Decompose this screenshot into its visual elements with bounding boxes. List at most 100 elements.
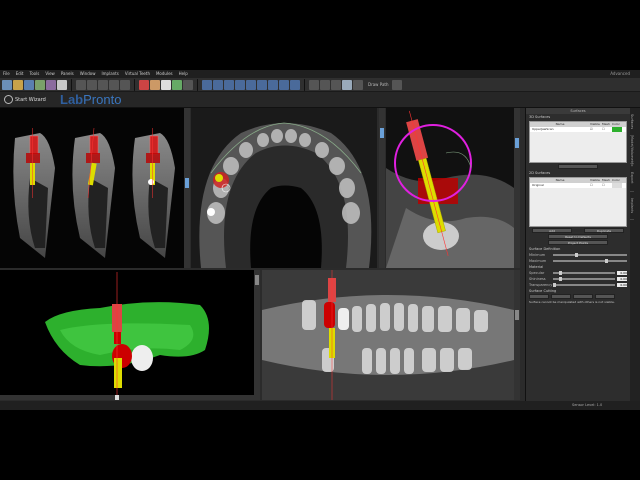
pan-icon[interactable] bbox=[235, 79, 245, 90]
cloud-icon[interactable] bbox=[342, 79, 352, 90]
table-row[interactable]: Original ☐ ☐ bbox=[530, 183, 626, 188]
slider-thumb[interactable] bbox=[559, 276, 563, 282]
tangential-view[interactable] bbox=[386, 108, 514, 268]
scroll-thumb[interactable] bbox=[515, 310, 519, 320]
new-icon[interactable] bbox=[2, 79, 12, 90]
surface-action-button[interactable] bbox=[558, 164, 598, 169]
tab-implants[interactable]: Implants bbox=[630, 192, 634, 220]
slider-track[interactable] bbox=[553, 270, 615, 276]
color-swatch[interactable] bbox=[612, 127, 622, 132]
draw-path-label[interactable]: Draw Path bbox=[368, 82, 389, 87]
menu-file[interactable]: File bbox=[3, 70, 10, 78]
tab-model[interactable]: Model/Volumetric bbox=[630, 136, 634, 166]
refresh-icon[interactable] bbox=[320, 79, 330, 90]
cross-section-views[interactable] bbox=[0, 108, 184, 268]
3d-view-hscroll[interactable] bbox=[0, 395, 254, 400]
mode-label[interactable]: Advanced bbox=[610, 70, 630, 78]
menu-help[interactable]: Help bbox=[179, 70, 188, 78]
slider-track[interactable] bbox=[553, 252, 627, 258]
add-button[interactable]: Add bbox=[532, 228, 572, 233]
nerve-icon[interactable] bbox=[172, 79, 182, 90]
specular-value[interactable]: 0.00 bbox=[617, 271, 627, 275]
slider-thumb[interactable] bbox=[575, 252, 579, 258]
menu-virtual-teeth[interactable]: Virtual Teeth bbox=[125, 70, 150, 78]
arch-icon[interactable] bbox=[290, 79, 300, 90]
3d-view[interactable] bbox=[0, 270, 254, 395]
visible-checkbox[interactable]: ☑ bbox=[590, 127, 602, 132]
scroll-thumb[interactable] bbox=[255, 275, 259, 285]
crown-icon[interactable] bbox=[161, 79, 171, 90]
table-row[interactable]: UpperJawScan ☑ ☐ bbox=[530, 127, 626, 132]
measure-icon[interactable] bbox=[183, 79, 193, 90]
reset-defaults-button[interactable]: Reset to Defaults bbox=[548, 234, 608, 239]
slider-track[interactable] bbox=[553, 282, 615, 288]
import-icon[interactable] bbox=[46, 79, 56, 90]
slider-track[interactable] bbox=[553, 276, 615, 282]
implant-icon[interactable] bbox=[150, 79, 160, 90]
mesh-checkbox[interactable]: ☐ bbox=[602, 183, 612, 188]
project-points-button[interactable]: Project Points bbox=[548, 240, 608, 245]
pen-icon[interactable] bbox=[391, 79, 402, 90]
cut-button[interactable] bbox=[573, 294, 593, 299]
cut-button[interactable] bbox=[551, 294, 571, 299]
cut-button[interactable] bbox=[595, 294, 615, 299]
menu-window[interactable]: Window bbox=[80, 70, 96, 78]
3d-view-scrollbar[interactable] bbox=[254, 270, 260, 400]
surface-name: Original bbox=[532, 183, 544, 187]
slider-thumb[interactable] bbox=[559, 270, 563, 276]
scroll-thumb[interactable] bbox=[515, 138, 519, 148]
ruler-icon[interactable] bbox=[257, 79, 267, 90]
slider-thumb[interactable] bbox=[604, 258, 608, 264]
menu-edit[interactable]: Edit bbox=[16, 70, 24, 78]
print-icon[interactable] bbox=[120, 79, 130, 90]
layout-icon[interactable] bbox=[202, 79, 212, 90]
menu-implants[interactable]: Implants bbox=[101, 70, 118, 78]
duplicate-button[interactable]: Duplicate bbox=[584, 228, 624, 233]
curve-icon[interactable] bbox=[279, 79, 289, 90]
menu-modules[interactable]: Modules bbox=[156, 70, 173, 78]
slider-track[interactable] bbox=[553, 258, 627, 264]
panoramic-scrollbar[interactable] bbox=[514, 270, 520, 400]
menu-view[interactable]: View bbox=[45, 70, 55, 78]
tab-export[interactable]: Export bbox=[630, 164, 634, 192]
menu-panels[interactable]: Panels bbox=[61, 70, 74, 78]
color-swatch[interactable] bbox=[612, 183, 622, 188]
screenshot-icon[interactable] bbox=[353, 79, 363, 90]
scroll-thumb[interactable] bbox=[380, 128, 384, 138]
panoramic-view[interactable] bbox=[262, 270, 514, 400]
angle-icon[interactable] bbox=[268, 79, 278, 90]
visible-checkbox[interactable]: ☐ bbox=[590, 183, 602, 188]
tab-surfaces[interactable]: Surfaces bbox=[630, 108, 634, 136]
mesh-checkbox[interactable]: ☐ bbox=[602, 127, 612, 132]
rotate-icon[interactable] bbox=[246, 79, 256, 90]
axial-scrollbar[interactable] bbox=[379, 108, 385, 268]
start-wizard-button[interactable]: Start Wizard bbox=[4, 95, 46, 104]
close-icon[interactable] bbox=[57, 79, 67, 90]
axial-view[interactable] bbox=[191, 108, 377, 268]
app-window: File Edit Tools View Panels Window Impla… bbox=[0, 70, 640, 410]
logo-pronto: Pronto bbox=[83, 92, 122, 107]
undo-icon[interactable] bbox=[76, 79, 86, 90]
zoom-icon[interactable] bbox=[224, 79, 234, 90]
cross-section-scrollbar[interactable] bbox=[184, 108, 190, 268]
tangential-scrollbar[interactable] bbox=[514, 108, 520, 268]
scroll-thumb[interactable] bbox=[115, 395, 119, 400]
save-icon[interactable] bbox=[24, 79, 34, 90]
layers-icon[interactable] bbox=[331, 79, 341, 90]
copy-icon[interactable] bbox=[98, 79, 108, 90]
shininess-value[interactable]: 0.00 bbox=[617, 277, 627, 281]
slider-thumb[interactable] bbox=[553, 282, 556, 288]
reset-icon[interactable] bbox=[309, 79, 319, 90]
cutting-buttons bbox=[526, 294, 630, 299]
transparency-value[interactable]: 0.00 bbox=[617, 283, 627, 287]
redo-icon[interactable] bbox=[87, 79, 97, 90]
cut-button[interactable] bbox=[529, 294, 549, 299]
menu-tools[interactable]: Tools bbox=[29, 70, 39, 78]
open-icon[interactable] bbox=[13, 79, 23, 90]
transparency-label: Transparency bbox=[529, 283, 553, 287]
grid-icon[interactable] bbox=[213, 79, 223, 90]
scroll-thumb[interactable] bbox=[185, 178, 189, 188]
paste-icon[interactable] bbox=[109, 79, 119, 90]
export-icon[interactable] bbox=[35, 79, 45, 90]
teeth-icon[interactable] bbox=[139, 79, 149, 90]
